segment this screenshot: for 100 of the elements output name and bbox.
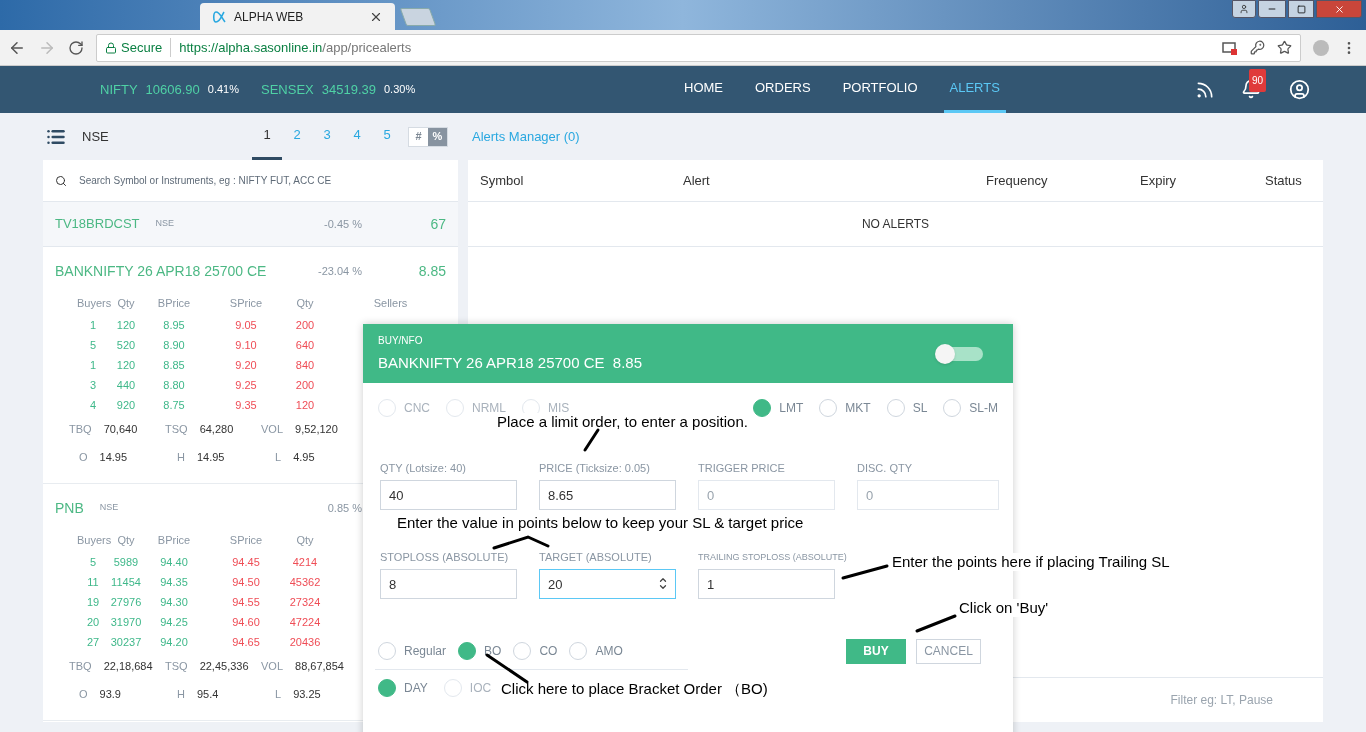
- nav-link[interactable]: ALERTS: [943, 66, 1006, 113]
- stat-value: 95.4: [196, 686, 219, 702]
- column-header: Expiry: [1140, 171, 1178, 190]
- page-tab[interactable]: 3: [312, 113, 342, 160]
- table-cell-text: 440: [115, 378, 137, 393]
- input-field[interactable]: 1: [698, 569, 835, 599]
- input-field[interactable]: 8: [380, 569, 517, 599]
- address-bar[interactable]: Secure https://alpha.sasonline.in/app/pricealerts: [96, 33, 1301, 62]
- nav-link[interactable]: ORDERS: [749, 66, 817, 113]
- table-cell-text: 94.20: [159, 635, 189, 650]
- table-cell-text: 47224: [288, 615, 322, 630]
- table-cell-text: 8.80: [162, 378, 186, 393]
- table-cell-text: 5: [88, 555, 98, 570]
- table-cell-text: 9.35: [234, 398, 258, 413]
- restore-button[interactable]: [1288, 0, 1314, 18]
- user-icon[interactable]: [1289, 79, 1310, 100]
- table-cell-text: 3: [88, 378, 98, 393]
- symbol-name[interactable]: PNB: [55, 497, 84, 519]
- radio-option[interactable]: MKT: [819, 399, 871, 417]
- stat-value: 14.95: [196, 449, 225, 465]
- page-tab[interactable]: 5: [372, 113, 402, 160]
- column-header: Buyers: [77, 296, 109, 311]
- notification-badge: 90: [1249, 68, 1267, 92]
- blocked-popup-icon[interactable]: [1222, 40, 1238, 55]
- radio-option[interactable]: SL: [886, 399, 928, 417]
- column-header: Buyers: [77, 533, 109, 548]
- column-header: Frequency: [986, 171, 1049, 190]
- stat-value: 4.95: [293, 449, 315, 465]
- table-cell-text: 94.50: [231, 575, 261, 590]
- last-price: 67: [429, 214, 446, 234]
- exchange-tag: NSE: [155, 217, 175, 231]
- cancel-button[interactable]: CANCEL: [916, 638, 981, 664]
- table-cell-text: 94.40: [159, 555, 189, 570]
- key-icon[interactable]: [1250, 40, 1265, 55]
- bell-icon[interactable]: [1241, 78, 1261, 99]
- input-field[interactable]: 40: [380, 480, 517, 510]
- star-icon[interactable]: [1277, 40, 1292, 55]
- table-cell-text: 19: [85, 595, 101, 610]
- order-category: BUY/NFO: [378, 333, 424, 348]
- table-cell-text: 120: [115, 318, 137, 333]
- table-cell-text: 120: [294, 398, 316, 413]
- index-value: 34519.39: [321, 80, 376, 99]
- radio-option[interactable]: SL-M: [943, 399, 998, 417]
- page-tab[interactable]: 2: [282, 113, 312, 160]
- stat-value: 88,67,854: [295, 658, 344, 674]
- symbol-name: TV18BRDCST: [55, 215, 140, 234]
- field-label: QTY (Lotsize: 40): [380, 461, 467, 475]
- column-header: Qty: [295, 296, 315, 311]
- annotation-text: Click here to place Bracket Order （BO): [501, 680, 768, 698]
- minimize-button[interactable]: [1258, 0, 1286, 18]
- close-icon: [1333, 3, 1345, 15]
- spinner-icon[interactable]: [658, 575, 668, 592]
- symbol-name[interactable]: BANKNIFTY 26 APR18 25700 CE: [55, 260, 267, 282]
- filter-field[interactable]: Filter eg: LT, Pause: [1113, 691, 1273, 709]
- table-cell-text: 94.45: [231, 555, 261, 570]
- radio-option[interactable]: CO: [513, 642, 558, 660]
- order-title: BANKNIFTY 26 APR18 25700 CE 8.85: [378, 352, 643, 373]
- column-header: SPrice: [228, 296, 264, 311]
- mode-toggle[interactable]: #: [409, 127, 428, 146]
- search-field[interactable]: Search Symbol or Instruments, eg : NIFTY FUT, ACC CE: [79, 173, 446, 188]
- alerts-manager-link[interactable]: Alerts Manager (0): [472, 126, 580, 147]
- nav-link[interactable]: PORTFOLIO: [836, 66, 924, 113]
- nav-link[interactable]: HOME: [678, 66, 729, 113]
- change-percent: -23.04 %: [316, 263, 362, 279]
- stat-label: L: [275, 449, 282, 465]
- restore-icon: [1296, 4, 1306, 14]
- stat-label: L: [275, 686, 282, 702]
- lock-icon: [105, 41, 117, 54]
- column-header: Qty: [116, 296, 136, 311]
- table-cell-text: 8.95: [162, 318, 186, 333]
- change-percent: 0.85 %: [326, 500, 362, 516]
- table-cell-text: 20: [85, 615, 101, 630]
- stat-label: VOL: [261, 421, 283, 437]
- radio-option[interactable]: Regular: [378, 642, 447, 660]
- table-cell-text: 27324: [288, 595, 322, 610]
- table-cell-text: 94.35: [159, 575, 189, 590]
- input-field[interactable]: 8.65: [539, 480, 676, 510]
- reload-icon[interactable]: [68, 39, 84, 56]
- mode-toggle[interactable]: %: [428, 127, 447, 146]
- radio-option[interactable]: BO: [458, 642, 502, 660]
- watchlist-row[interactable]: TV18BRDCST NSE -0.45 % 67: [43, 202, 458, 247]
- buy-button[interactable]: BUY: [846, 638, 906, 664]
- page-tab[interactable]: 4: [342, 113, 372, 160]
- empty-message: NO ALERTS: [861, 216, 930, 233]
- table-cell-text: 94.55: [231, 595, 261, 610]
- index-name: NIFTY: [100, 80, 138, 99]
- annotation-text: Enter the value in points below to keep your SL & target price: [397, 514, 804, 532]
- radio-option[interactable]: DAY: [378, 679, 428, 697]
- annotation-text: Place a limit order, to enter a position.: [497, 413, 748, 431]
- buy-sell-switch[interactable]: [937, 346, 983, 361]
- table-cell-text: 840: [294, 358, 316, 373]
- exchange-label: NSE: [82, 127, 110, 146]
- stat-value: 93.25: [293, 686, 321, 702]
- input-field[interactable]: 20: [539, 569, 676, 599]
- profile-button[interactable]: [1232, 0, 1256, 18]
- radio-option[interactable]: AMO: [569, 642, 623, 660]
- browser-tab[interactable]: ALPHA WEB: [200, 3, 395, 30]
- radio-option[interactable]: LMT: [753, 399, 804, 417]
- stat-label: H: [177, 686, 185, 702]
- table-cell-text: 45362: [288, 575, 322, 590]
